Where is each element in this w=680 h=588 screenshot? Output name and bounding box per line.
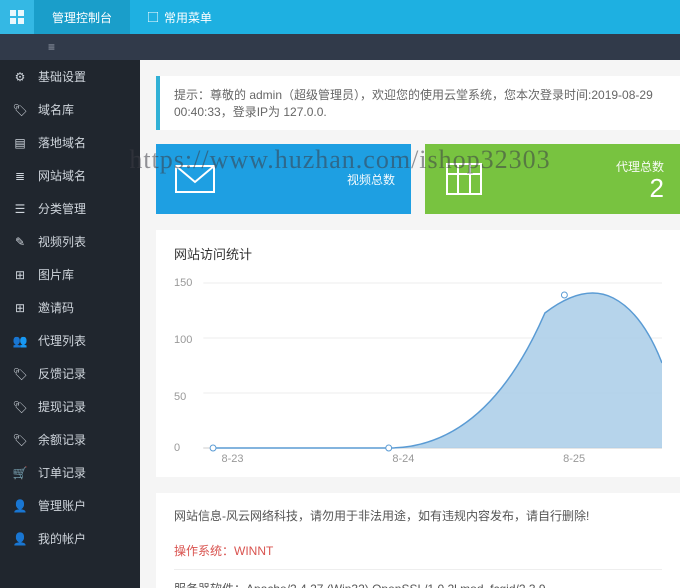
sidebar-item-withdraw[interactable]: 🏷提现记录: [0, 390, 140, 423]
stats-row: 视频总数 代理总数 2: [156, 144, 680, 214]
list-icon: ☰: [12, 201, 28, 217]
sidebar-item-category[interactable]: ☰分类管理: [0, 192, 140, 225]
sidebar-item-balance[interactable]: 🏷余额记录: [0, 423, 140, 456]
sidebar-item-image-lib[interactable]: ⊞图片库: [0, 258, 140, 291]
sidebar-item-orders[interactable]: 🛒订单记录: [0, 456, 140, 489]
stat-videos[interactable]: 视频总数: [156, 144, 411, 214]
sidebar-item-admin-account[interactable]: 👤管理账户: [0, 489, 140, 522]
chart-title: 网站访问统计: [174, 244, 662, 263]
logo-icon: [0, 0, 34, 34]
tag-icon: 🏷: [12, 399, 28, 415]
gear-icon: ⚙: [12, 69, 28, 85]
x-tick: 8-25: [563, 453, 585, 465]
siteinfo-list: 操作系统：WINNT 服务器软件：Apache/2.4.27 (Win32) O…: [174, 532, 662, 588]
sidebar-item-my-account[interactable]: 👤我的帐户: [0, 522, 140, 555]
topbar: 管理控制台 常用菜单: [0, 0, 680, 34]
main-content: 提示：尊敬的 admin（超级管理员），欢迎您的使用云堂系统，您本次登录时间:2…: [140, 60, 680, 588]
edit-icon: ✎: [12, 234, 28, 250]
list-icon: ≣: [12, 168, 28, 184]
grid-icon: [441, 156, 487, 202]
users-icon: 👥: [12, 333, 28, 349]
stat-agents-value: 2: [616, 175, 664, 201]
sidebar-item-landing-domain[interactable]: ▤落地域名: [0, 126, 140, 159]
y-tick: 150: [174, 277, 192, 289]
stat-agents-label: 代理总数: [616, 158, 664, 175]
map-icon: ⊞: [12, 300, 28, 316]
cart-icon: 🛒: [12, 465, 28, 481]
sidebar-item-site-domain[interactable]: ≣网站域名: [0, 159, 140, 192]
chart-card: 网站访问统计 150 100 50 0 8-23 8-2: [156, 230, 680, 477]
info-row-server: 服务器软件：Apache/2.4.27 (Win32) OpenSSL/1.0.…: [174, 570, 662, 588]
info-row-os: 操作系统：WINNT: [174, 532, 662, 570]
page-icon: ▤: [12, 135, 28, 151]
sidebar-item-feedback[interactable]: 🏷反馈记录: [0, 357, 140, 390]
visits-chart: 150 100 50 0 8-23 8-24 8-25: [174, 273, 662, 463]
sidebar-item-invite-code[interactable]: ⊞邀请码: [0, 291, 140, 324]
stat-agents[interactable]: 代理总数 2: [425, 144, 680, 214]
stat-videos-label: 视频总数: [347, 171, 395, 188]
x-tick: 8-24: [392, 453, 414, 465]
tag-icon: 🏷: [12, 366, 28, 382]
user-icon: 👤: [12, 531, 28, 547]
y-tick: 100: [174, 334, 192, 346]
alert-text: 提示：尊敬的 admin（超级管理员），欢迎您的使用云堂系统，您本次登录时间:2…: [174, 88, 653, 119]
sidebar: ⚙基础设置 🏷域名库 ▤落地域名 ≣网站域名 ☰分类管理 ✎视频列表 ⊞图片库 …: [0, 60, 140, 588]
siteinfo-card: 网站信息-风云网络科技，请勿用于非法用途，如有违规内容发布，请自行删除! 操作系…: [156, 493, 680, 588]
sidebar-item-video-list[interactable]: ✎视频列表: [0, 225, 140, 258]
user-icon: 👤: [12, 498, 28, 514]
welcome-alert: 提示：尊敬的 admin（超级管理员），欢迎您的使用云堂系统，您本次登录时间:2…: [156, 76, 680, 130]
sidebar-item-domain-lib[interactable]: 🏷域名库: [0, 93, 140, 126]
tag-icon: 🏷: [12, 102, 28, 118]
menu-toggle-icon[interactable]: ≡: [48, 40, 55, 54]
tag-icon: 🏷: [12, 432, 28, 448]
nav-console[interactable]: 管理控制台: [34, 0, 130, 34]
y-tick: 50: [174, 391, 186, 403]
map-icon: ⊞: [12, 267, 28, 283]
sidebar-item-agent-list[interactable]: 👥代理列表: [0, 324, 140, 357]
nav-common-menu-label: 常用菜单: [164, 9, 212, 26]
subbar: ≡: [0, 34, 680, 60]
sidebar-item-basic-settings[interactable]: ⚙基础设置: [0, 60, 140, 93]
nav-common-menu[interactable]: 常用菜单: [130, 0, 230, 34]
siteinfo-title: 网站信息-风云网络科技，请勿用于非法用途，如有违规内容发布，请自行删除!: [174, 507, 662, 524]
envelope-icon: [172, 156, 218, 202]
x-tick: 8-23: [222, 453, 244, 465]
y-tick: 0: [174, 442, 180, 454]
